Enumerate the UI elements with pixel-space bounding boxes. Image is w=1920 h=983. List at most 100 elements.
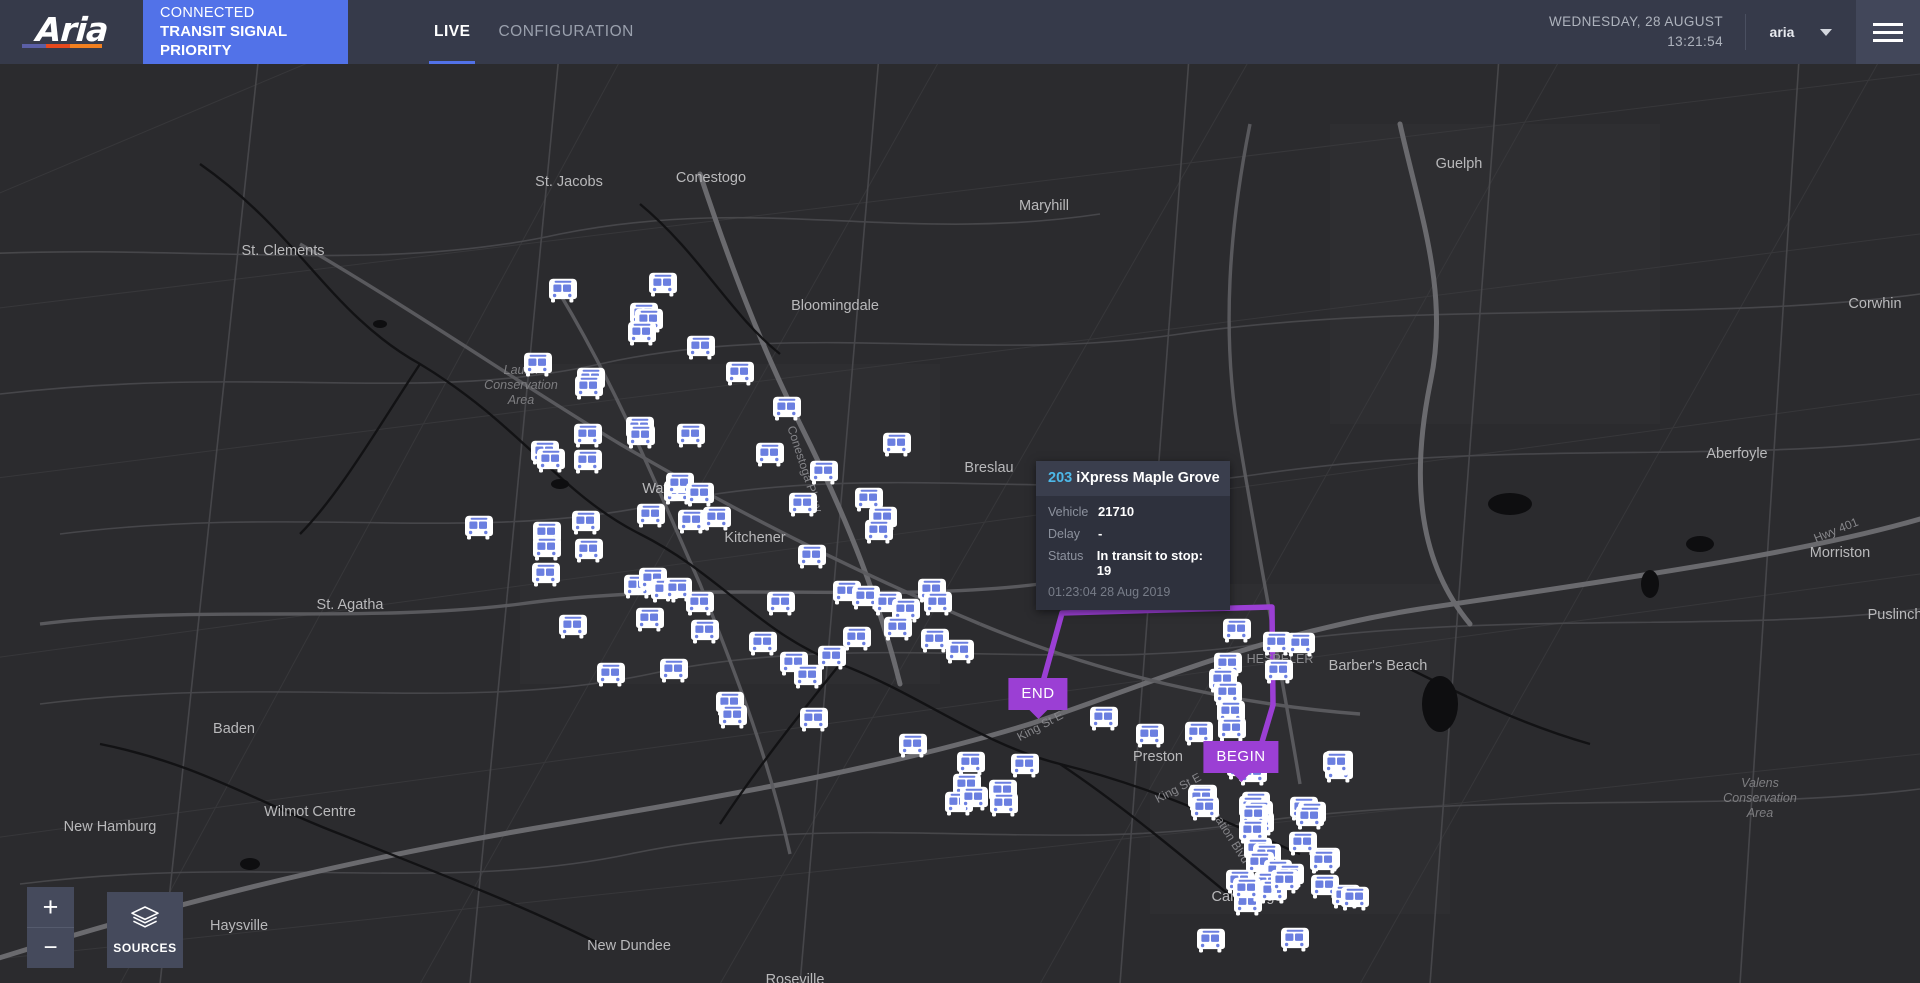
bus-marker[interactable] [1280,927,1310,954]
hamburger-icon[interactable] [1856,0,1920,64]
map-canvas[interactable]: St. Jacobs Conestogo Maryhill Guelph St. Cle… [0,64,1920,983]
header-date: WEDNESDAY, 28 AUGUST [1548,14,1723,29]
bus-marker[interactable] [1010,753,1040,780]
bus-marker[interactable] [766,591,796,618]
tooltip-value-status: In transit to stop: 19 [1096,548,1203,578]
tooltip-body: Vehicle 21710 Delay - Status In transit … [1036,496,1230,610]
sources-label: SOURCES [113,941,177,955]
layers-icon [130,905,160,934]
bus-marker[interactable] [1222,618,1252,645]
bus-marker[interactable] [864,519,894,546]
bus-marker[interactable] [923,591,953,618]
bus-marker[interactable] [772,396,802,423]
bus-marker[interactable] [626,424,656,451]
tooltip-route-name: iXpress Maple Grove [1076,470,1220,486]
tooltip-row-delay: Delay - [1048,526,1218,541]
bus-marker[interactable] [788,492,818,519]
bus-marker[interactable] [1309,849,1339,876]
tab-live[interactable]: LIVE [420,0,484,64]
route-marker-end[interactable]: END [1008,678,1068,719]
zoom-controls: + − [27,887,74,968]
bus-marker[interactable] [627,321,657,348]
bus-marker[interactable] [558,614,588,641]
vehicle-info-tooltip: 203 iXpress Maple Grove Vehicle 21710 Del… [1036,461,1230,610]
tooltip-route-number: 203 [1048,470,1073,486]
tooltip-header: 203 iXpress Maple Grove [1036,461,1230,496]
aria-logo[interactable]: Aria [0,0,143,64]
zoom-in-button[interactable]: + [27,887,74,927]
bus-marker[interactable] [536,448,566,475]
nav-tabs: LIVE CONFIGURATION [420,0,648,64]
bus-marker[interactable] [574,375,604,402]
route-marker-begin[interactable]: BEGIN [1203,741,1279,782]
bus-marker[interactable] [945,639,975,666]
bus-marker[interactable] [523,352,553,379]
tooltip-label-status: Status [1048,549,1084,563]
bus-marker[interactable] [532,536,562,563]
tooltip-value-delay: - [1098,526,1103,541]
bus-marker[interactable] [725,361,755,388]
chevron-down-icon [1820,28,1833,36]
brand-product-label: TRANSIT SIGNAL PRIORITY [160,23,287,59]
bus-marker[interactable] [799,707,829,734]
map-roads-layer [0,64,1920,983]
bus-marker[interactable] [635,607,665,634]
bus-marker[interactable] [718,704,748,731]
bus-marker[interactable] [797,544,827,571]
bus-marker[interactable] [1322,751,1352,778]
tooltip-row-status: Status In transit to stop: 19 [1048,548,1218,578]
bus-marker[interactable] [1135,723,1165,750]
bus-marker[interactable] [702,506,732,533]
bus-marker[interactable] [1340,886,1370,913]
bus-marker[interactable] [636,503,666,530]
brand-block: CONNECTED TRANSIT SIGNAL PRIORITY [143,0,348,64]
bus-marker[interactable] [1232,877,1262,904]
header-time: 13:21:54 [1667,34,1723,49]
bus-marker[interactable] [898,733,928,760]
brand-connected-label: CONNECTED [160,5,255,21]
top-header: Aria CONNECTED TRANSIT SIGNAL PRIORITY L… [0,0,1920,64]
bus-marker[interactable] [1295,805,1325,832]
bus-marker[interactable] [882,432,912,459]
bus-marker[interactable] [1217,717,1247,744]
app-root: Aria CONNECTED TRANSIT SIGNAL PRIORITY L… [0,0,1920,983]
header-datetime: WEDNESDAY, 28 AUGUST 13:21:54 [1549,0,1745,64]
bus-marker[interactable] [809,460,839,487]
bus-marker[interactable] [464,515,494,542]
bus-marker[interactable] [690,619,720,646]
header-spacer [648,0,1549,64]
bus-marker[interactable] [1089,706,1119,733]
bus-marker[interactable] [596,662,626,689]
bus-marker[interactable] [883,616,913,643]
bus-marker[interactable] [685,591,715,618]
bus-marker[interactable] [659,658,689,685]
bus-marker[interactable] [755,442,785,469]
bus-marker[interactable] [548,278,578,305]
bus-marker[interactable] [571,510,601,537]
bus-marker[interactable] [648,272,678,299]
bus-marker[interactable] [574,538,604,565]
zoom-out-button[interactable]: − [27,927,74,968]
bus-marker[interactable] [959,786,989,813]
tab-configuration[interactable]: CONFIGURATION [484,0,647,64]
bus-marker[interactable] [685,482,715,509]
tooltip-value-vehicle: 21710 [1098,504,1135,519]
bus-marker[interactable] [1264,659,1294,686]
user-name-label: aria [1769,24,1795,40]
bus-marker[interactable] [686,335,716,362]
bus-marker[interactable] [1270,869,1300,896]
user-menu[interactable]: aria [1746,0,1856,64]
tooltip-row-vehicle: Vehicle 21710 [1048,504,1218,519]
bus-marker[interactable] [531,562,561,589]
bus-marker[interactable] [989,792,1019,819]
bus-marker[interactable] [573,423,603,450]
bus-marker[interactable] [748,631,778,658]
sources-button[interactable]: SOURCES [107,892,183,968]
bus-marker[interactable] [1190,796,1220,823]
bus-marker[interactable] [817,645,847,672]
bus-marker[interactable] [573,449,603,476]
bus-marker[interactable] [676,423,706,450]
bus-marker[interactable] [1196,928,1226,955]
bus-marker[interactable] [1286,632,1316,659]
tooltip-label-vehicle: Vehicle [1048,505,1089,519]
